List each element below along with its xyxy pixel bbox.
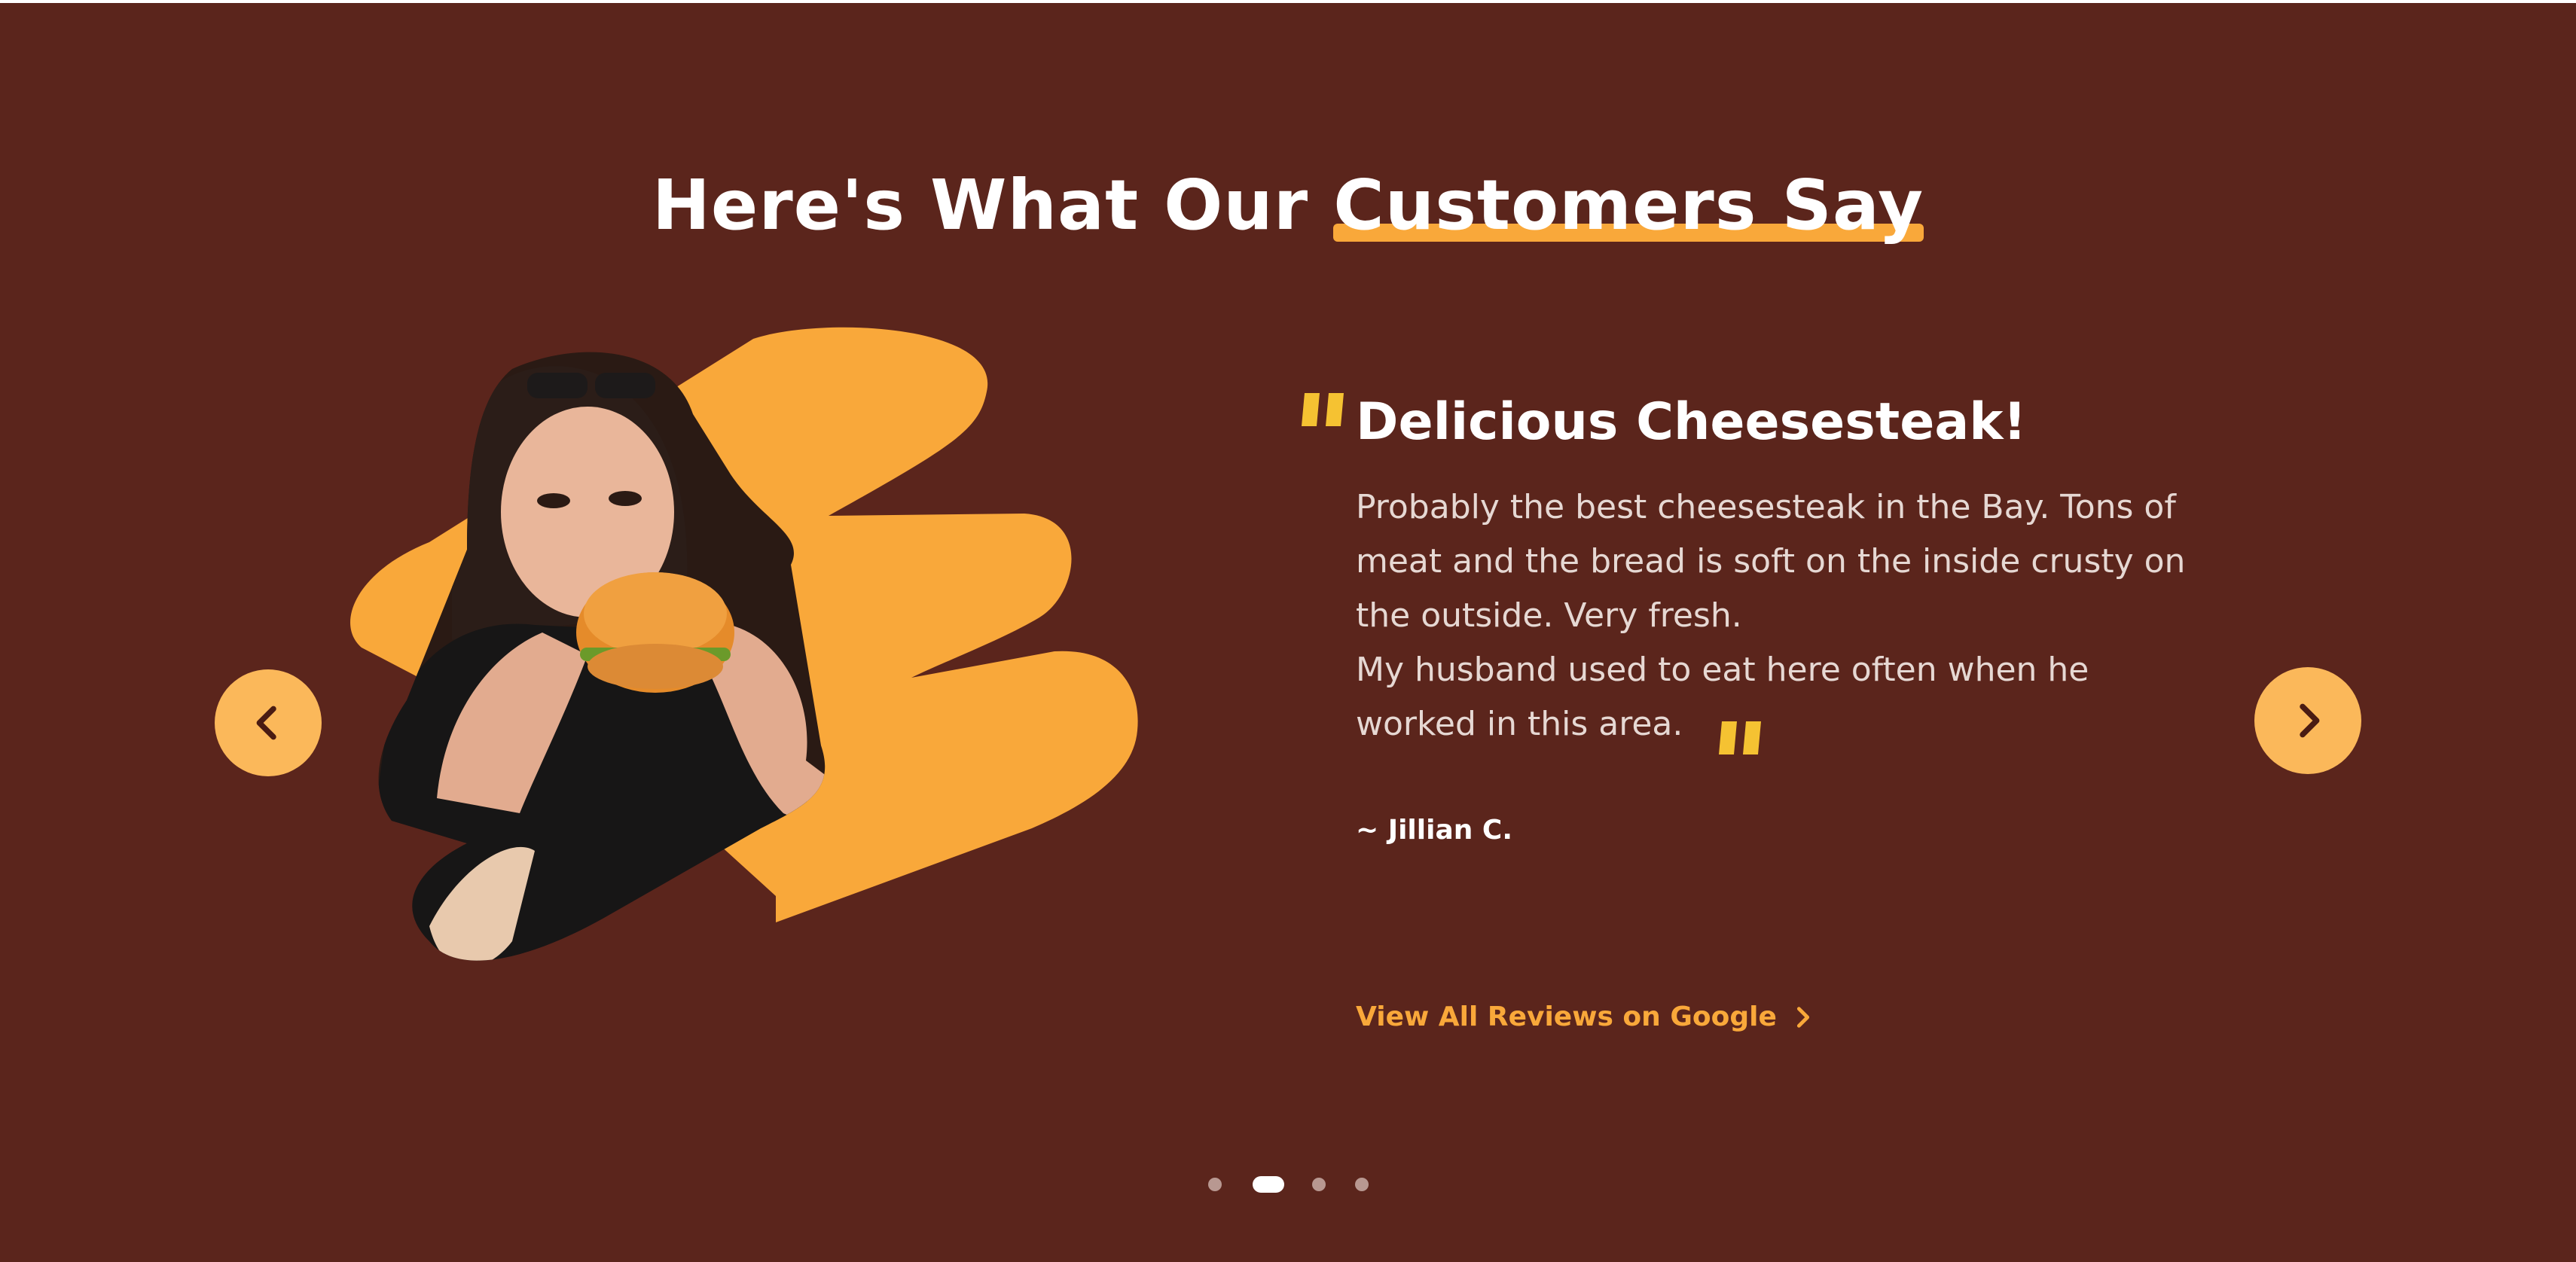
pagination-dot-active[interactable]	[1253, 1176, 1284, 1193]
view-all-reviews-label: View All Reviews on Google	[1356, 1001, 1777, 1032]
pagination-dot[interactable]	[1355, 1178, 1369, 1191]
testimonial-body: Probably the best cheesesteak in the Bay…	[1356, 480, 2199, 751]
testimonial-photo	[350, 327, 1138, 961]
next-button[interactable]	[2254, 667, 2361, 774]
view-all-reviews-link[interactable]: View All Reviews on Google	[1356, 1001, 1816, 1032]
heading-highlight-text: Customers Say	[1333, 165, 1924, 245]
heading-text: Here's What Our	[652, 165, 1334, 245]
carousel-pagination	[1205, 1173, 1371, 1196]
testimonial-line: Probably the best cheesesteak in the Bay…	[1356, 488, 2186, 635]
chevron-right-icon	[2300, 703, 2320, 738]
close-quote-icon	[1719, 721, 1761, 754]
testimonial-author: ~ Jillian C.	[1356, 815, 1513, 846]
heading-highlight: Customers Say	[1333, 167, 1924, 243]
testimonial-title: Delicious Cheesesteak!	[1356, 392, 2027, 452]
chevron-right-icon	[1796, 1006, 1809, 1028]
pagination-dot[interactable]	[1208, 1178, 1222, 1191]
top-border	[0, 0, 2576, 3]
chevron-left-icon	[256, 706, 276, 740]
section-heading: Here's What Our Customers Say	[0, 167, 2576, 243]
testimonial-line: My husband used to eat here often when h…	[1356, 651, 2089, 743]
open-quote-icon	[1302, 393, 1344, 426]
previous-button[interactable]	[215, 669, 322, 776]
pagination-dot[interactable]	[1312, 1178, 1326, 1191]
